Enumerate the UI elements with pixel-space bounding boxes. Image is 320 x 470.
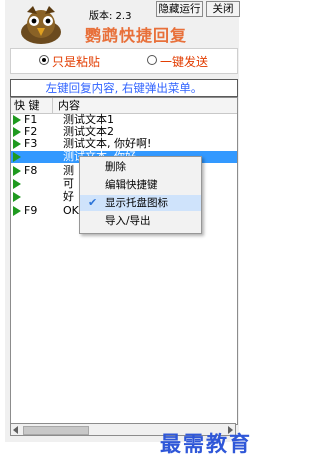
context-menu: 删除 编辑快捷键 ✔ 显示托盘图标 导入/导出: [79, 156, 202, 234]
item-key: F9: [24, 204, 38, 217]
item-content: OK: [63, 204, 79, 217]
menu-item-import-export[interactable]: 导入/导出: [80, 213, 201, 229]
play-arrow-icon: [13, 206, 21, 216]
app-title: 鹦鹉快捷回复: [85, 26, 188, 45]
play-arrow-icon: [13, 179, 21, 189]
item-key: F8: [24, 164, 38, 177]
paste-only-radio[interactable]: [39, 55, 49, 65]
item-content: 好: [63, 190, 74, 203]
shortcut-list[interactable]: 快 键 内容 F1 测试文本1 F2 测试文本2 F3 测试文本, 你好啊! 测…: [10, 97, 238, 425]
item-content: 可: [63, 177, 74, 190]
list-header: 快 键 内容: [11, 98, 237, 114]
menu-item-show-tray-icon[interactable]: ✔ 显示托盘图标: [80, 195, 201, 211]
paste-only-label[interactable]: 只是粘贴: [52, 53, 100, 70]
play-arrow-icon: [13, 152, 21, 162]
menu-item-delete[interactable]: 删除: [80, 159, 201, 175]
parrot-logo-icon: [21, 6, 61, 44]
column-header-key[interactable]: 快 键: [11, 98, 53, 113]
play-arrow-icon: [13, 192, 21, 202]
play-arrow-icon: [13, 127, 21, 137]
item-key: F3: [24, 137, 38, 150]
scrollbar-thumb[interactable]: [23, 426, 89, 435]
play-arrow-icon: [13, 139, 21, 149]
watermark: 最需教育: [160, 431, 252, 456]
scroll-left-icon[interactable]: [13, 426, 18, 434]
item-content: 测试文本, 你好啊!: [63, 137, 152, 150]
play-arrow-icon: [13, 166, 21, 176]
column-header-content[interactable]: 内容: [54, 98, 80, 113]
checkmark-icon: ✔: [88, 196, 98, 209]
app-window: 版本: 2.3 鹦鹉快捷回复 隐藏运行 关闭 只是粘贴 一键发送 左键回复内容,…: [5, 0, 240, 442]
mode-selector: 只是粘贴 一键发送: [10, 48, 238, 74]
version-label: 版本: 2.3: [89, 11, 132, 22]
menu-item-edit-shortcut[interactable]: 编辑快捷键: [80, 177, 201, 193]
close-button[interactable]: 关闭: [206, 1, 240, 17]
item-content: 测: [63, 164, 74, 177]
hint-bar: 左键回复内容, 右键弹出菜单。: [10, 79, 238, 97]
hide-button[interactable]: 隐藏运行: [156, 1, 203, 17]
list-item[interactable]: F1 测试文本1: [11, 114, 237, 126]
play-arrow-icon: [13, 115, 21, 125]
list-item[interactable]: F3 测试文本, 你好啊!: [11, 138, 237, 150]
one-click-send-label[interactable]: 一键发送: [160, 53, 208, 70]
one-click-send-radio[interactable]: [147, 55, 157, 65]
